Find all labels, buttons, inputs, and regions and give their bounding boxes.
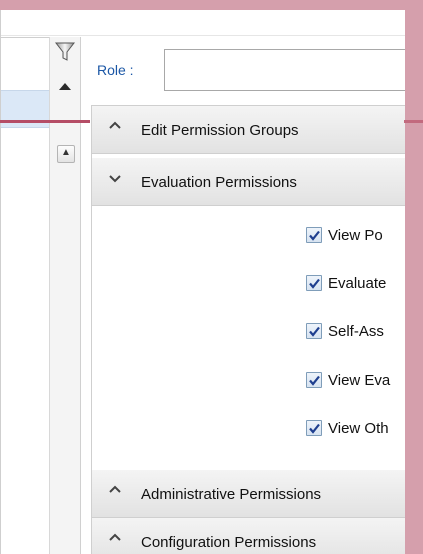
checkbox[interactable]	[306, 420, 322, 436]
section-title: Evaluation Permissions	[141, 174, 297, 191]
list-divider	[1, 37, 49, 38]
checkmark-icon	[309, 230, 320, 241]
checkbox[interactable]	[306, 323, 322, 339]
section-title: Edit Permission Groups	[141, 122, 299, 139]
permissions-accordion: Edit Permission Groups Evaluation Permis…	[91, 105, 405, 554]
checkmark-icon	[309, 278, 320, 289]
app-window: ▲ Role : Edit Permission Groups Evaluati…	[0, 10, 405, 554]
funnel-icon[interactable]	[54, 41, 76, 63]
section-header-configuration-permissions[interactable]: Configuration Permissions	[92, 518, 405, 554]
role-label: Role :	[97, 62, 134, 78]
scroll-up-arrow-icon[interactable]	[55, 77, 75, 95]
left-list-panel[interactable]	[1, 37, 50, 554]
checkmark-icon	[309, 423, 320, 434]
checkmark-icon	[309, 326, 320, 337]
role-input[interactable]	[164, 49, 405, 91]
accent-line-right	[404, 120, 423, 123]
section-header-edit-permission-groups[interactable]: Edit Permission Groups	[92, 106, 405, 154]
accent-line	[0, 120, 90, 123]
section-header-administrative-permissions[interactable]: Administrative Permissions	[92, 470, 405, 518]
section-title: Administrative Permissions	[141, 486, 322, 503]
checkmark-icon	[309, 375, 320, 386]
permission-label: View Po	[328, 227, 383, 244]
checkbox[interactable]	[306, 227, 322, 243]
chevron-up-icon	[108, 531, 122, 548]
chevron-down-icon	[108, 171, 122, 188]
chevron-up-icon	[108, 483, 122, 500]
section-header-evaluation-permissions[interactable]: Evaluation Permissions	[92, 158, 405, 206]
checkbox[interactable]	[306, 275, 322, 291]
permission-label: View Oth	[328, 420, 389, 437]
scroll-up-button[interactable]: ▲	[57, 145, 75, 163]
checkbox[interactable]	[306, 372, 322, 388]
permission-label: Evaluate	[328, 275, 387, 292]
chevron-up-icon	[108, 119, 122, 136]
permission-label: View Eva	[328, 372, 391, 389]
top-strip	[1, 10, 405, 36]
section-title: Configuration Permissions	[141, 534, 317, 551]
permission-label: Self-Ass	[328, 323, 384, 340]
scroll-column: ▲	[50, 37, 81, 554]
